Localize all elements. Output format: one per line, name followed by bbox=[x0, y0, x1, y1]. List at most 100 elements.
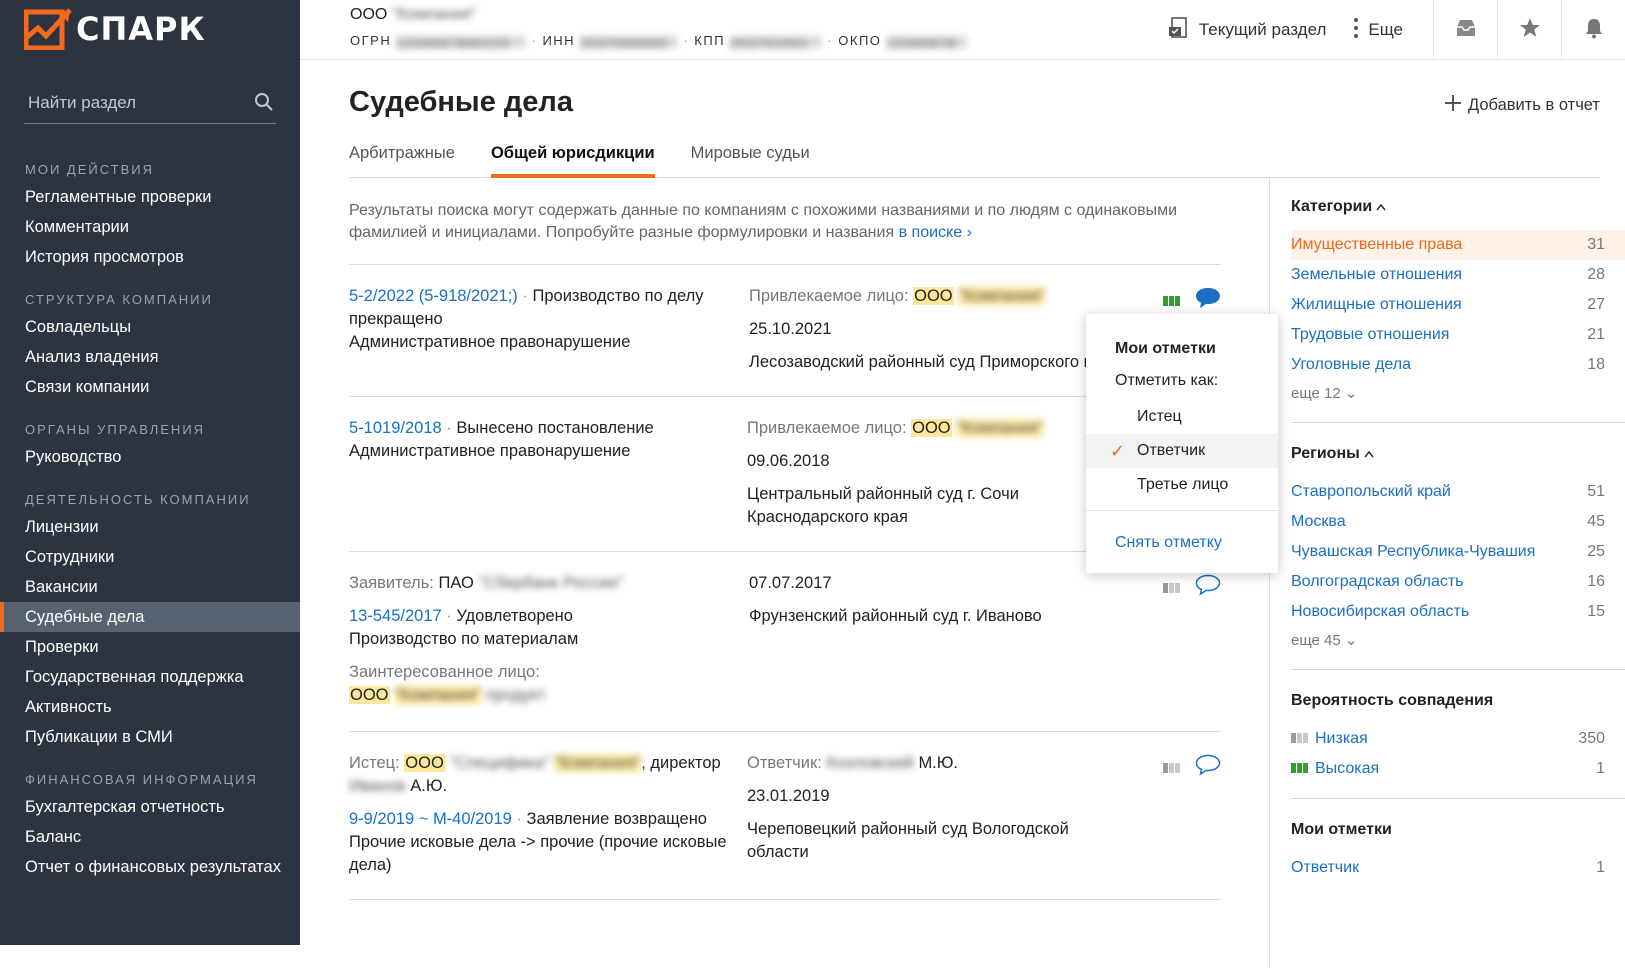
sidebar-item-vacancies[interactable]: Вакансии bbox=[0, 572, 300, 602]
filter-count: 27 bbox=[1587, 296, 1605, 313]
plaintiff-label: Истец: bbox=[349, 754, 400, 772]
spark-logo[interactable]: СПАРК bbox=[23, 8, 206, 51]
filter-item[interactable]: Москва 45 bbox=[1291, 507, 1625, 537]
filter-item[interactable]: Чувашская Республика-Чувашия 25 bbox=[1291, 537, 1625, 567]
filter-item[interactable]: Волгоградская область 16 bbox=[1291, 567, 1625, 597]
notice-search-link[interactable]: в поиске › bbox=[899, 224, 972, 241]
filter-label: Ставропольский край bbox=[1291, 483, 1451, 500]
panel-divider bbox=[1269, 178, 1270, 968]
case-info: Заявитель: ПАО "Сбербанк России" 13-545/… bbox=[349, 572, 729, 707]
sidebar-item-accounting[interactable]: Бухгалтерская отчетность bbox=[0, 792, 300, 822]
sidebar-item-owners[interactable]: Совладельцы bbox=[0, 312, 300, 342]
inn-value: 2537000000 bbox=[580, 35, 679, 51]
filter-item[interactable]: Земельные отношения 28 bbox=[1291, 260, 1625, 290]
filter-item[interactable]: Уголовные дела 18 bbox=[1291, 350, 1625, 380]
filter-my-marks: Мои отметки Ответчик 1 bbox=[1291, 821, 1625, 897]
sidebar-item-regulation-checks[interactable]: Регламентные проверки bbox=[0, 182, 300, 212]
popup-subtitle: Отметить как: bbox=[1115, 372, 1219, 389]
sidebar-item-activity[interactable]: Активность bbox=[0, 692, 300, 722]
inbox-button[interactable] bbox=[1433, 0, 1497, 60]
case-category: Прочие исковые дела -> прочие (прочие ис… bbox=[349, 833, 727, 874]
search-icon[interactable] bbox=[254, 92, 274, 117]
filter-item[interactable]: Ставропольский край 51 bbox=[1291, 477, 1625, 507]
case-date: 09.06.2018 bbox=[747, 452, 830, 470]
match-low-icon bbox=[1163, 577, 1181, 600]
filter-more-button[interactable]: еще 12 ⌄ bbox=[1291, 380, 1625, 408]
case-number-link[interactable]: 5-1019/2018 bbox=[349, 419, 442, 437]
clear-mark-button[interactable]: Снять отметку bbox=[1115, 534, 1222, 552]
party-name: "Компания" bbox=[958, 287, 1046, 305]
tab-general-jurisdiction[interactable]: Общей юрисдикции bbox=[490, 138, 655, 178]
case-number-link[interactable]: 9-9/2019 ~ М-40/2019 bbox=[349, 810, 512, 828]
sidebar-item-company-links[interactable]: Связи компании bbox=[0, 372, 300, 402]
comment-filled-icon[interactable] bbox=[1195, 287, 1221, 316]
nav-group-structure: СТРУКТУРА КОМПАНИИ Совладельцы Анализ вл… bbox=[0, 288, 300, 402]
filter-count: 1 bbox=[1596, 760, 1605, 777]
sidebar-item-licenses[interactable]: Лицензии bbox=[0, 512, 300, 542]
sidebar-item-state-support[interactable]: Государственная поддержка bbox=[0, 662, 300, 692]
nav-group-finance: ФИНАНСОВАЯ ИНФОРМАЦИЯ Бухгалтерская отче… bbox=[0, 768, 300, 880]
filter-item[interactable]: Новосибирская область 15 bbox=[1291, 597, 1625, 627]
top-actions: Текущий раздел Еще bbox=[1153, 0, 1625, 60]
tab-magistrates[interactable]: Мировые судьи bbox=[691, 138, 810, 178]
filter-count: 45 bbox=[1587, 513, 1605, 530]
sidebar-item-balance[interactable]: Баланс bbox=[0, 822, 300, 852]
case-number-link[interactable]: 13-545/2017 bbox=[349, 607, 442, 625]
add-to-report-label: Добавить в отчет bbox=[1467, 96, 1600, 114]
current-section-button[interactable]: Текущий раздел bbox=[1153, 0, 1341, 60]
search-notice: Результаты поиска могут содержать данные… bbox=[349, 178, 1221, 265]
party-prefix: ООО bbox=[913, 287, 954, 305]
sidebar-item-media[interactable]: Публикации в СМИ bbox=[0, 722, 300, 752]
filter-item[interactable]: Жилищные отношения 27 bbox=[1291, 290, 1625, 320]
tab-arbitration[interactable]: Арбитражные bbox=[349, 138, 455, 178]
pdf-icon bbox=[1167, 16, 1191, 45]
filter-more-button[interactable]: еще 45 ⌄ bbox=[1291, 627, 1625, 655]
nav-group-management: ОРГАНЫ УПРАВЛЕНИЯ Руководство bbox=[0, 418, 300, 472]
case-number-link[interactable]: 5-2/2022 (5-918/2021;) bbox=[349, 287, 518, 305]
favorites-button[interactable] bbox=[1497, 0, 1561, 60]
inbox-icon bbox=[1455, 18, 1477, 43]
filter-count: 51 bbox=[1587, 483, 1605, 500]
nav-group-activity: ДЕЯТЕЛЬНОСТЬ КОМПАНИИ Лицензии Сотрудник… bbox=[0, 488, 300, 752]
filter-count: 28 bbox=[1587, 266, 1605, 283]
filter-item[interactable]: Имущественные права 31 bbox=[1291, 230, 1625, 260]
section-search-input[interactable] bbox=[24, 86, 244, 120]
sidebar-item-court-cases[interactable]: Судебные дела bbox=[0, 602, 300, 632]
filter-item[interactable]: Высокая 1 bbox=[1291, 754, 1625, 784]
case-details: Ответчик: Козловский М.Ю. 23.01.2019 Чер… bbox=[747, 752, 1127, 864]
comment-outline-icon[interactable] bbox=[1195, 754, 1221, 783]
sidebar-item-comments[interactable]: Комментарии bbox=[0, 212, 300, 242]
filter-more-label: еще 12 bbox=[1291, 385, 1341, 402]
sidebar-item-inspections[interactable]: Проверки bbox=[0, 632, 300, 662]
comment-outline-icon[interactable] bbox=[1195, 574, 1221, 603]
case-category: Административное правонарушение bbox=[349, 442, 631, 460]
sidebar-item-ownership-analysis[interactable]: Анализ владения bbox=[0, 342, 300, 372]
filter-item[interactable]: Низкая 350 bbox=[1291, 724, 1625, 754]
sidebar-item-management[interactable]: Руководство bbox=[0, 442, 300, 472]
more-button[interactable]: Еще bbox=[1340, 0, 1433, 60]
mark-option-plaintiff[interactable]: Истец bbox=[1086, 400, 1278, 434]
applicant-prefix: ПАО bbox=[438, 574, 474, 592]
court-type-tabs: Арбитражные Общей юрисдикции Мировые суд… bbox=[349, 138, 1600, 178]
filter-label: Новосибирская область bbox=[1291, 603, 1470, 620]
filter-title: Вероятность совпадения bbox=[1291, 692, 1494, 709]
nav-group-title: ДЕЯТЕЛЬНОСТЬ КОМПАНИИ bbox=[25, 492, 251, 507]
case-court: Череповецкий районный суд Вологодской об… bbox=[747, 820, 1069, 861]
mark-option-defendant[interactable]: ✓ Ответчик bbox=[1086, 434, 1278, 468]
filter-item[interactable]: Трудовые отношения 21 bbox=[1291, 320, 1625, 350]
sidebar-item-financial-results[interactable]: Отчет о финансовых результатах bbox=[0, 852, 300, 880]
company-name-value: "Компания" bbox=[391, 6, 477, 23]
filter-title-label: Категории bbox=[1291, 198, 1373, 215]
filter-item[interactable]: Ответчик 1 bbox=[1291, 853, 1625, 883]
add-to-report-button[interactable]: Добавить в отчет bbox=[1444, 94, 1600, 117]
notifications-button[interactable] bbox=[1561, 0, 1625, 60]
filter-label: Низкая bbox=[1315, 730, 1368, 747]
filter-title[interactable]: Категории bbox=[1291, 198, 1625, 216]
sidebar-item-employees[interactable]: Сотрудники bbox=[0, 542, 300, 572]
sidebar-item-history[interactable]: История просмотров bbox=[0, 242, 300, 272]
filter-title[interactable]: Регионы bbox=[1291, 445, 1625, 463]
filter-categories: Категории Имущественные права 31 Земельны… bbox=[1291, 198, 1625, 423]
mark-option-third-party[interactable]: Третье лицо bbox=[1086, 468, 1278, 502]
filter-label: Уголовные дела bbox=[1291, 356, 1412, 373]
plaintiff-initials: А.Ю. bbox=[410, 777, 448, 795]
